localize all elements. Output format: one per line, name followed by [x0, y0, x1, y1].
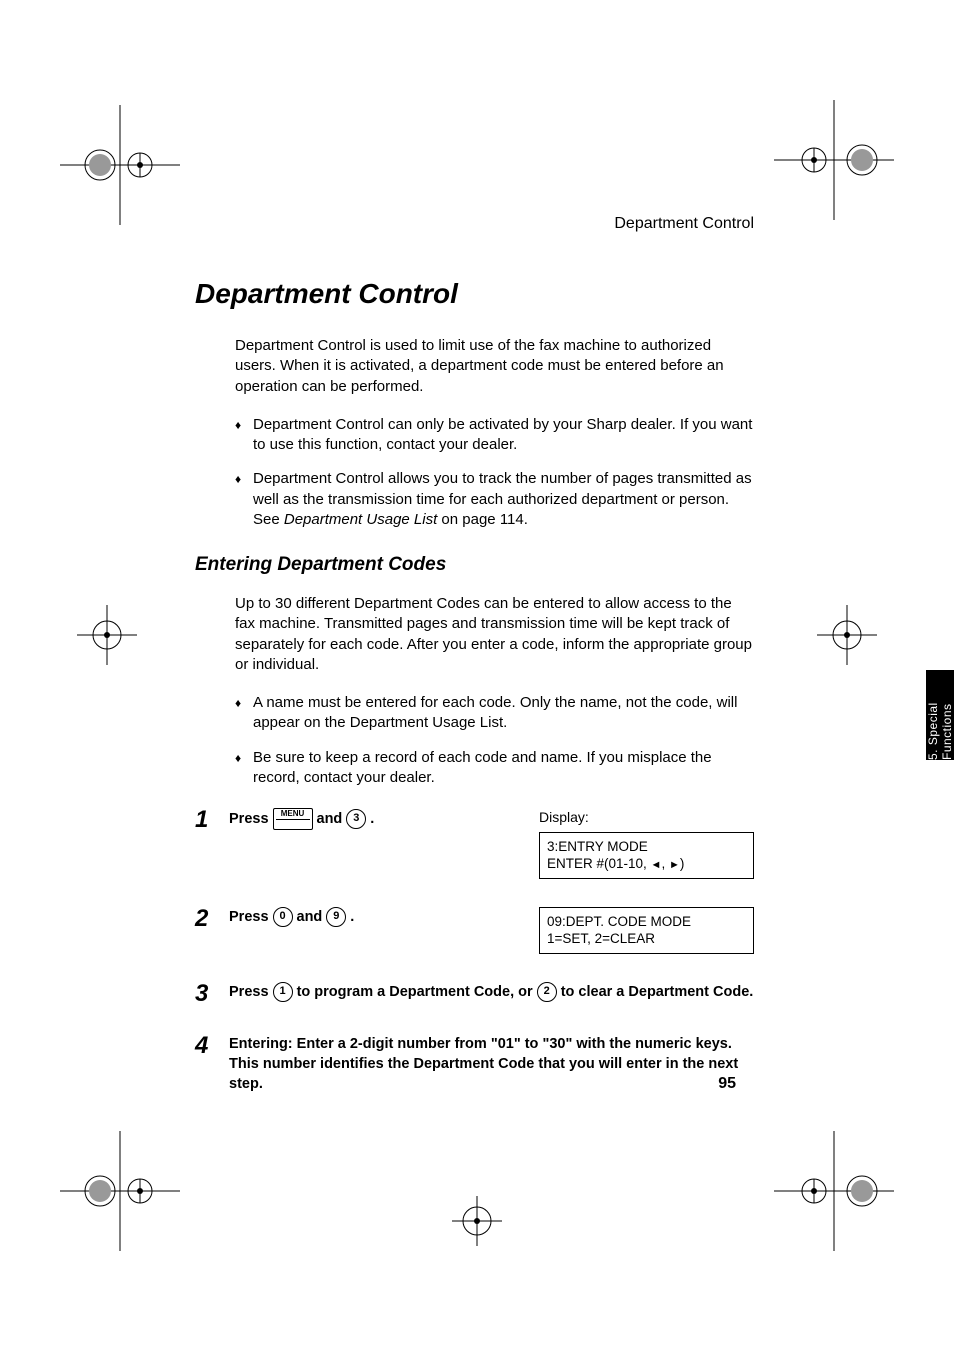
step-text: and [317, 809, 343, 829]
numeric-key-icon: 1 [273, 982, 293, 1002]
lcd-line: 09:DEPT. CODE MODE [547, 913, 746, 931]
step-2: 2 Press 0 and 9 . 09:DEPT. CODE MODE [195, 907, 754, 954]
step-4: 4 Entering: Enter a 2-digit number from … [195, 1034, 754, 1095]
menu-key-label: MENU [276, 810, 310, 820]
crop-mark-icon [802, 590, 892, 680]
step-text: Press [229, 809, 269, 829]
crop-mark-icon [60, 105, 180, 225]
step-number: 2 [195, 907, 217, 931]
step-text: Entering: Enter a 2-digit number from "0… [229, 1034, 754, 1095]
bullet-item: Be sure to keep a record of each code an… [235, 748, 754, 789]
bullet-list-top: Department Control can only be activated… [235, 415, 754, 530]
section-heading: Entering Department Codes [195, 554, 754, 576]
page-title: Department Control [195, 278, 754, 310]
section-intro: Up to 30 different Department Codes can … [235, 594, 754, 675]
lcd-line: ENTER #(01-10, ◄, ►) [547, 855, 746, 873]
lcd-text: , [661, 856, 669, 871]
lcd-line: 3:ENTRY MODE [547, 838, 746, 856]
step-text: and [297, 907, 323, 927]
crop-mark-icon [62, 590, 152, 680]
step-number: 3 [195, 982, 217, 1006]
bullet-item: Department Control can only be activated… [235, 415, 754, 456]
left-arrow-icon: ◄ [651, 859, 662, 871]
bullet-item: A name must be entered for each code. On… [235, 693, 754, 734]
crop-mark-icon [447, 1191, 507, 1251]
body-block: Department Control is used to limit use … [235, 336, 754, 530]
numeric-key-icon: 3 [346, 809, 366, 829]
step-text: . [370, 809, 374, 829]
running-head: Department Control [195, 215, 754, 233]
numeric-key-icon: 2 [537, 982, 557, 1002]
intro-paragraph: Department Control is used to limit use … [235, 336, 754, 397]
steps-list: 1 Press MENU and 3 . [195, 808, 754, 1095]
page: 5. Special Functions Department Control … [0, 0, 954, 1351]
lcd-display: 3:ENTRY MODE ENTER #(01-10, ◄, ►) [539, 832, 754, 879]
cross-reference: Department Usage List [284, 511, 437, 528]
page-number: 95 [718, 1075, 736, 1093]
step-1: 1 Press MENU and 3 . [195, 808, 754, 879]
step-number: 4 [195, 1034, 217, 1058]
numeric-key-icon: 9 [326, 907, 346, 927]
step-number: 1 [195, 808, 217, 832]
numeric-key-icon: 0 [273, 907, 293, 927]
right-arrow-icon: ► [669, 859, 680, 871]
crop-mark-icon [774, 100, 894, 220]
display-label: Display: [539, 808, 754, 828]
step-text: Press [229, 907, 269, 927]
lcd-text: ) [680, 856, 685, 871]
chapter-tab: 5. Special Functions [926, 670, 954, 760]
menu-key-icon: MENU [273, 808, 313, 830]
step-text: Press [229, 984, 273, 1000]
step-text: . [350, 907, 354, 927]
body-block: Up to 30 different Department Codes can … [235, 594, 754, 788]
lcd-text: ENTER #(01-10, [547, 856, 651, 871]
step-text: to clear a Department Code. [561, 984, 754, 1000]
crop-mark-icon [60, 1131, 180, 1251]
bullet-list-sub: A name must be entered for each code. On… [235, 693, 754, 788]
lcd-line: 1=SET, 2=CLEAR [547, 930, 746, 948]
crop-mark-icon [774, 1131, 894, 1251]
content-area: Department Control Department Control De… [195, 215, 754, 1123]
step-text: to program a Department Code, or [297, 984, 537, 1000]
bullet-text-tail: on page 114. [437, 511, 528, 528]
step-3: 3 Press 1 to program a Department Code, … [195, 982, 754, 1006]
bullet-item: Department Control allows you to track t… [235, 469, 754, 530]
lcd-display: 09:DEPT. CODE MODE 1=SET, 2=CLEAR [539, 907, 754, 954]
